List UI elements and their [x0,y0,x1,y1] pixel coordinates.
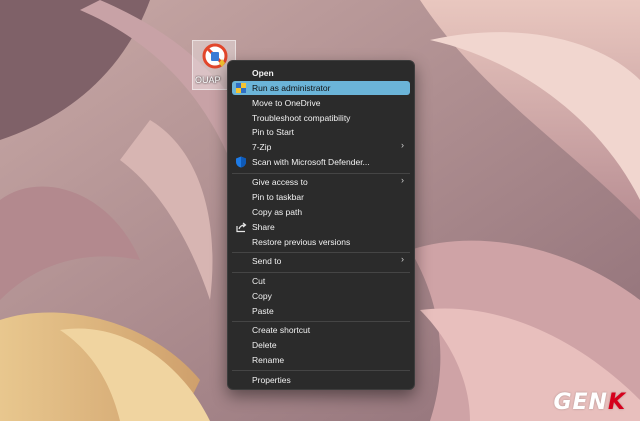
menu-item-rename[interactable]: Rename [232,353,410,367]
menu-item-scan-with-defender[interactable]: Scan with Microsoft Defender... [232,155,410,169]
menu-item-send-to[interactable]: Send to › [232,254,410,268]
menu-item-label: Rename [252,355,285,365]
share-icon [236,222,247,233]
menu-item-copy-as-path[interactable]: Copy as path [232,205,410,219]
app-shield-icon [202,43,228,69]
menu-item-label: Create shortcut [252,325,311,335]
menu-separator [232,272,410,273]
menu-item-label: Run as administrator [252,83,331,93]
menu-item-create-shortcut[interactable]: Create shortcut [232,323,410,337]
watermark-text-accent: K [607,390,626,415]
menu-item-run-as-administrator[interactable]: Run as administrator [232,81,410,95]
defender-shield-icon [236,156,246,168]
menu-item-label: Cut [252,276,266,286]
menu-item-label: Troubleshoot compatibility [252,113,351,123]
menu-item-label: Pin to taskbar [252,192,304,202]
menu-separator [232,252,410,253]
context-menu: Open Run as administrator Move to OneDri… [227,60,415,390]
menu-item-label: Properties [252,375,291,385]
genk-watermark-logo: GENK [553,390,626,415]
menu-item-7zip[interactable]: 7-Zip › [232,140,410,154]
menu-item-cut[interactable]: Cut [232,274,410,288]
menu-item-pin-to-taskbar[interactable]: Pin to taskbar [232,190,410,204]
menu-item-label: Send to [252,256,282,266]
menu-item-copy[interactable]: Copy [232,289,410,303]
menu-item-label: Restore previous versions [252,237,351,247]
menu-item-label: Move to OneDrive [252,98,321,108]
menu-item-share[interactable]: Share [232,220,410,234]
menu-item-label: Paste [252,306,274,316]
menu-item-pin-to-start[interactable]: Pin to Start [232,125,410,139]
menu-item-label: Share [252,222,275,232]
menu-item-label: Give access to [252,177,308,187]
menu-item-label: Scan with Microsoft Defender... [252,157,370,167]
chevron-right-icon: › [401,254,404,264]
menu-separator [232,321,410,322]
menu-item-label: Copy as path [252,207,303,217]
chevron-right-icon: › [401,175,404,185]
menu-item-label: 7-Zip [252,142,272,152]
menu-item-properties[interactable]: Properties [232,373,410,387]
menu-separator [232,173,410,174]
menu-item-troubleshoot-compatibility[interactable]: Troubleshoot compatibility [232,111,410,125]
watermark-text-main: GEN [553,390,608,415]
chevron-right-icon: › [401,140,404,150]
menu-item-label: Open [252,68,274,78]
menu-item-open[interactable]: Open [232,66,410,80]
menu-item-delete[interactable]: Delete [232,338,410,352]
menu-item-label: Pin to Start [252,127,295,137]
menu-item-label: Delete [252,340,277,350]
menu-item-label: Copy [252,291,272,301]
admin-shield-icon [236,83,246,93]
menu-separator [232,370,410,371]
menu-item-restore-previous-versions[interactable]: Restore previous versions [232,235,410,249]
menu-item-give-access-to[interactable]: Give access to › [232,175,410,189]
menu-item-move-to-onedrive[interactable]: Move to OneDrive [232,96,410,110]
menu-item-paste[interactable]: Paste [232,304,410,318]
